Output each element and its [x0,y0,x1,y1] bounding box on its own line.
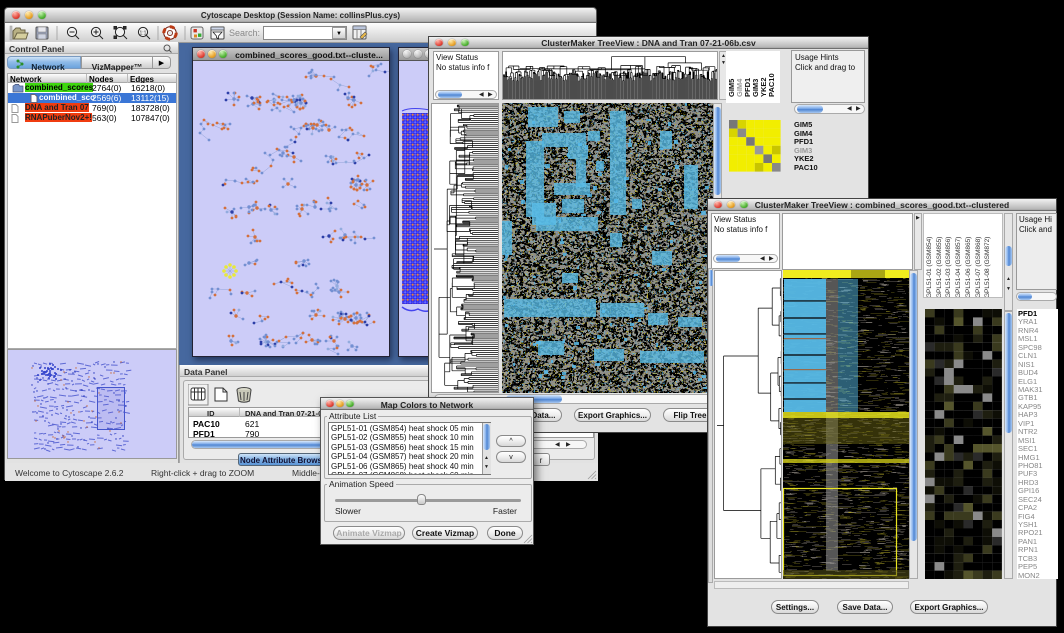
svg-text:1:1: 1:1 [140,31,147,37]
svg-text:Search:: Search: [229,28,260,38]
